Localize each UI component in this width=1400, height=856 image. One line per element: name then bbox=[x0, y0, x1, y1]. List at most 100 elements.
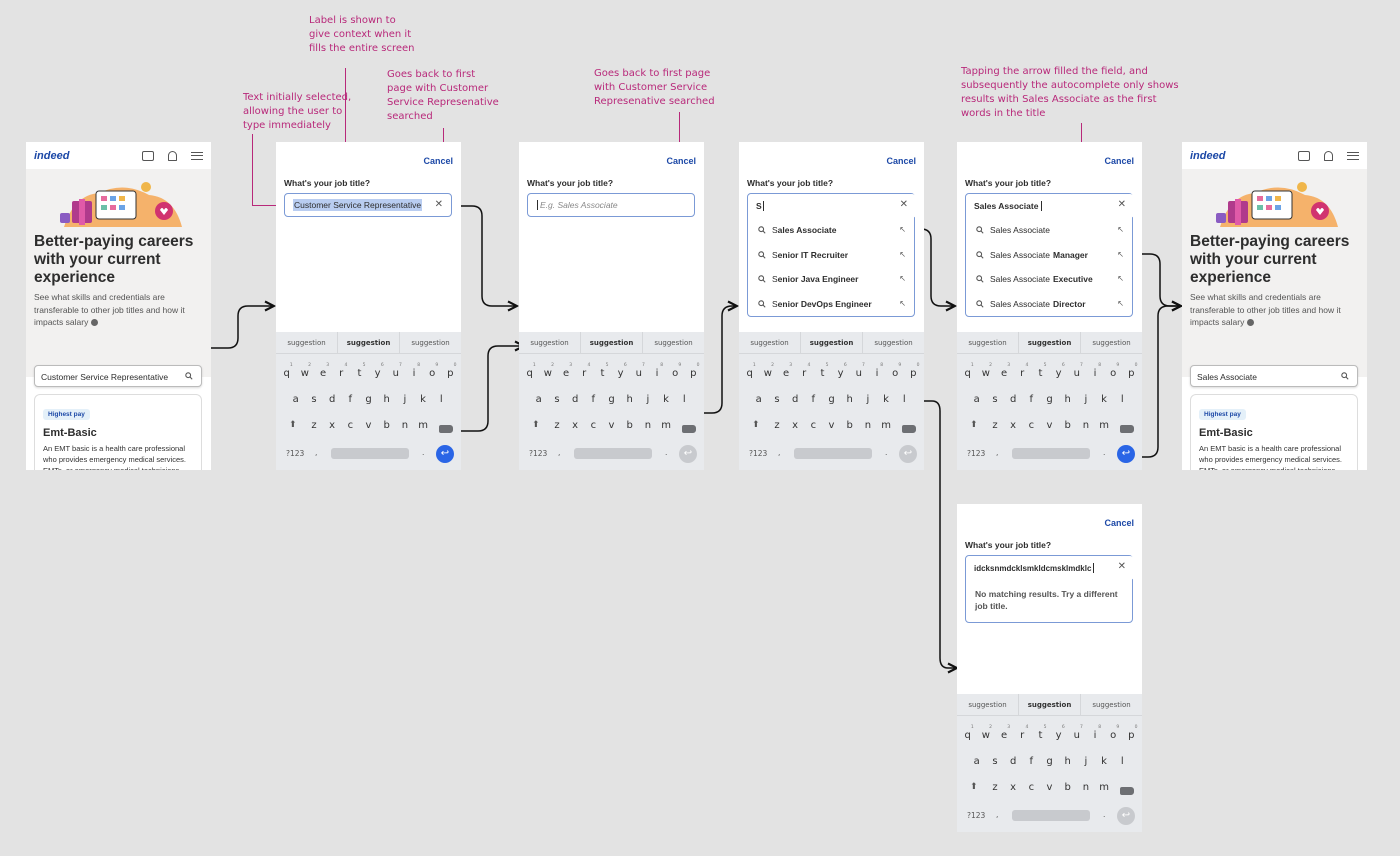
period-key[interactable]: . bbox=[665, 448, 667, 457]
key[interactable]: c bbox=[804, 420, 822, 431]
space-key[interactable] bbox=[794, 448, 872, 459]
period-key[interactable]: . bbox=[422, 448, 424, 457]
key[interactable]: 8i bbox=[1086, 725, 1104, 741]
fill-arrow-icon[interactable]: ↖ bbox=[1117, 274, 1124, 283]
key[interactable]: d bbox=[1004, 394, 1022, 405]
key[interactable]: 9o bbox=[1104, 363, 1122, 379]
indeed-logo[interactable]: indeed bbox=[34, 150, 69, 162]
key[interactable]: h bbox=[378, 394, 396, 405]
key[interactable]: c bbox=[1022, 420, 1040, 431]
key[interactable]: 2w bbox=[977, 725, 995, 741]
autocomplete-item[interactable]: Sales Associate Executive ↖ bbox=[966, 267, 1132, 292]
key[interactable]: 2w bbox=[759, 363, 777, 379]
enter-key[interactable]: ↩ bbox=[1117, 445, 1135, 463]
messages-icon[interactable] bbox=[142, 150, 154, 161]
job-title-input[interactable]: idcksnmdcklsmkldcmsklmdklc ✕ bbox=[966, 556, 1134, 580]
key[interactable]: g bbox=[359, 394, 377, 405]
space-key[interactable] bbox=[1012, 448, 1090, 459]
key[interactable]: l bbox=[432, 394, 450, 405]
key[interactable]: m bbox=[657, 420, 675, 431]
key[interactable]: v bbox=[1040, 420, 1058, 431]
key[interactable]: 5t bbox=[1031, 725, 1049, 741]
fill-arrow-icon[interactable]: ↖ bbox=[1117, 225, 1124, 234]
key[interactable]: k bbox=[877, 394, 895, 405]
key[interactable]: 2w bbox=[296, 363, 314, 379]
key[interactable]: n bbox=[396, 420, 414, 431]
cancel-button[interactable]: Cancel bbox=[666, 156, 696, 166]
key[interactable]: 1q bbox=[959, 363, 977, 379]
autocomplete-item[interactable]: Senior Java Engineer ↖ bbox=[748, 267, 914, 292]
key[interactable]: 7u bbox=[630, 363, 648, 379]
key[interactable]: c bbox=[1022, 782, 1040, 793]
clear-icon[interactable]: ✕ bbox=[900, 199, 908, 210]
key[interactable]: m bbox=[877, 420, 895, 431]
backspace-icon[interactable] bbox=[902, 425, 916, 433]
key[interactable]: c bbox=[341, 420, 359, 431]
key[interactable]: 9o bbox=[1104, 725, 1122, 741]
suggestion-chip[interactable]: suggestion bbox=[1081, 332, 1142, 353]
space-key[interactable] bbox=[574, 448, 652, 459]
key[interactable]: n bbox=[1077, 782, 1095, 793]
key[interactable]: a bbox=[750, 394, 768, 405]
job-title-input[interactable]: S ✕ bbox=[748, 194, 916, 218]
key[interactable]: 8i bbox=[868, 363, 886, 379]
numbers-key[interactable]: ?123 bbox=[967, 449, 985, 458]
clear-icon[interactable]: ✕ bbox=[1118, 199, 1126, 210]
key[interactable]: 5t bbox=[350, 363, 368, 379]
key[interactable]: 7u bbox=[1068, 725, 1086, 741]
menu-icon[interactable] bbox=[191, 151, 203, 160]
key[interactable]: 7u bbox=[1068, 363, 1086, 379]
key[interactable]: k bbox=[1095, 756, 1113, 767]
key[interactable]: a bbox=[530, 394, 548, 405]
key[interactable]: 2w bbox=[539, 363, 557, 379]
key[interactable]: s bbox=[768, 394, 786, 405]
key[interactable]: 7u bbox=[387, 363, 405, 379]
fill-arrow-icon[interactable]: ↖ bbox=[1117, 299, 1124, 308]
key[interactable]: v bbox=[359, 420, 377, 431]
comma-key[interactable]: , bbox=[996, 448, 998, 457]
key[interactable]: 0p bbox=[904, 363, 922, 379]
suggestion-chip[interactable]: suggestion bbox=[957, 694, 1019, 715]
suggestion-chip[interactable]: suggestion bbox=[957, 332, 1019, 353]
suggestion-chip[interactable]: suggestion bbox=[739, 332, 801, 353]
autocomplete-item[interactable]: Sales Associate ↖ bbox=[966, 218, 1132, 243]
key[interactable]: j bbox=[859, 394, 877, 405]
cancel-button[interactable]: Cancel bbox=[423, 156, 453, 166]
key[interactable]: s bbox=[305, 394, 323, 405]
suggestion-chip[interactable]: suggestion bbox=[519, 332, 581, 353]
numbers-key[interactable]: ?123 bbox=[967, 811, 985, 820]
autocomplete-item[interactable]: Sales Associate Manager ↖ bbox=[966, 243, 1132, 268]
key[interactable]: 0p bbox=[684, 363, 702, 379]
key[interactable]: k bbox=[1095, 394, 1113, 405]
enter-key[interactable]: ↩ bbox=[899, 445, 917, 463]
key[interactable]: 4r bbox=[332, 363, 350, 379]
job-title-search-field[interactable]: Sales Associate bbox=[1190, 365, 1358, 387]
key[interactable]: l bbox=[1113, 756, 1131, 767]
key[interactable]: x bbox=[1004, 420, 1022, 431]
suggestion-chip[interactable]: suggestion bbox=[1019, 332, 1081, 353]
fill-arrow-icon[interactable]: ↖ bbox=[899, 250, 906, 259]
backspace-icon[interactable] bbox=[439, 425, 453, 433]
key[interactable]: m bbox=[1095, 782, 1113, 793]
suggestion-chip[interactable]: suggestion bbox=[863, 332, 924, 353]
cancel-button[interactable]: Cancel bbox=[886, 156, 916, 166]
info-icon[interactable] bbox=[1246, 319, 1254, 327]
enter-key[interactable]: ↩ bbox=[436, 445, 454, 463]
key[interactable]: g bbox=[1040, 394, 1058, 405]
key[interactable]: g bbox=[602, 394, 620, 405]
key[interactable]: x bbox=[1004, 782, 1022, 793]
key[interactable]: 3e bbox=[777, 363, 795, 379]
key[interactable]: x bbox=[566, 420, 584, 431]
key[interactable]: n bbox=[1077, 420, 1095, 431]
cancel-button[interactable]: Cancel bbox=[1104, 156, 1134, 166]
key[interactable]: 0p bbox=[1122, 363, 1140, 379]
key[interactable]: d bbox=[566, 394, 584, 405]
key[interactable]: x bbox=[323, 420, 341, 431]
key[interactable]: 4r bbox=[575, 363, 593, 379]
key[interactable]: 1q bbox=[278, 363, 296, 379]
job-title-input[interactable]: Customer Service Representative ✕ bbox=[284, 193, 452, 217]
key[interactable]: x bbox=[786, 420, 804, 431]
job-title-search-field[interactable]: Customer Service Representative bbox=[34, 365, 202, 387]
key[interactable]: j bbox=[1077, 756, 1095, 767]
key[interactable]: d bbox=[786, 394, 804, 405]
